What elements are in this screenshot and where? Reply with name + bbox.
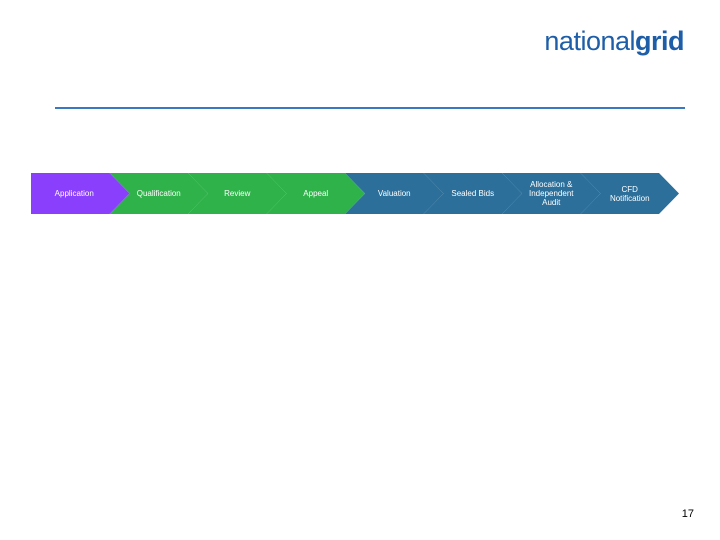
process-step-label: Appeal [303, 189, 329, 198]
process-step-label: Allocation & Independent Audit [529, 180, 574, 207]
process-step-label: Qualification [136, 189, 181, 198]
page-number: 17 [681, 508, 694, 520]
process-step-label: Application [54, 189, 94, 198]
process-step-label: Valuation [377, 189, 411, 198]
process-flow: Application Qualification Review Appeal Valu… [31, 173, 679, 214]
logo-text-national: national [544, 26, 635, 56]
process-step-label: Sealed Bids [451, 189, 495, 198]
process-step-label: Review [224, 189, 251, 198]
process-step-label: CFD Notification [609, 184, 650, 203]
slide: nationalgrid Application Qualification Rev… [0, 0, 720, 540]
logo-text-grid: grid [635, 26, 685, 56]
national-grid-logo: nationalgrid [544, 28, 684, 55]
header-divider [55, 107, 685, 109]
